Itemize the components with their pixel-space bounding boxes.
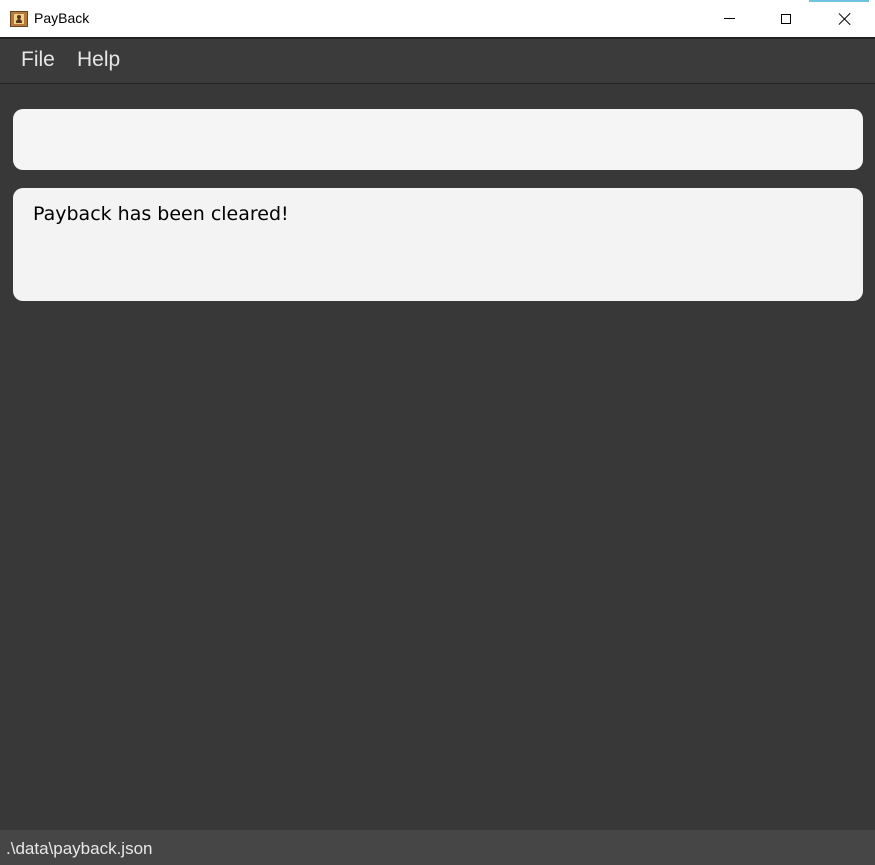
minimize-icon bbox=[723, 18, 735, 19]
title-bar: PayBack bbox=[0, 0, 875, 38]
close-button[interactable] bbox=[816, 0, 874, 37]
address-book-icon bbox=[10, 11, 28, 27]
maximize-button[interactable] bbox=[757, 0, 815, 37]
close-icon bbox=[838, 12, 852, 26]
result-display: Payback has been cleared! bbox=[13, 188, 863, 301]
status-bar: .\data\payback.json bbox=[0, 830, 875, 865]
menu-bar: File Help bbox=[0, 38, 875, 84]
app-window: PayBack File Help Payback has been clear… bbox=[0, 0, 875, 865]
command-input[interactable] bbox=[13, 109, 863, 170]
menu-help[interactable]: Help bbox=[77, 48, 120, 72]
menu-file[interactable]: File bbox=[21, 48, 55, 72]
maximize-icon bbox=[781, 13, 791, 24]
window-title: PayBack bbox=[34, 10, 90, 26]
result-message: Payback has been cleared! bbox=[33, 203, 289, 225]
save-location: .\data\payback.json bbox=[6, 839, 153, 858]
minimize-button[interactable] bbox=[700, 0, 758, 37]
